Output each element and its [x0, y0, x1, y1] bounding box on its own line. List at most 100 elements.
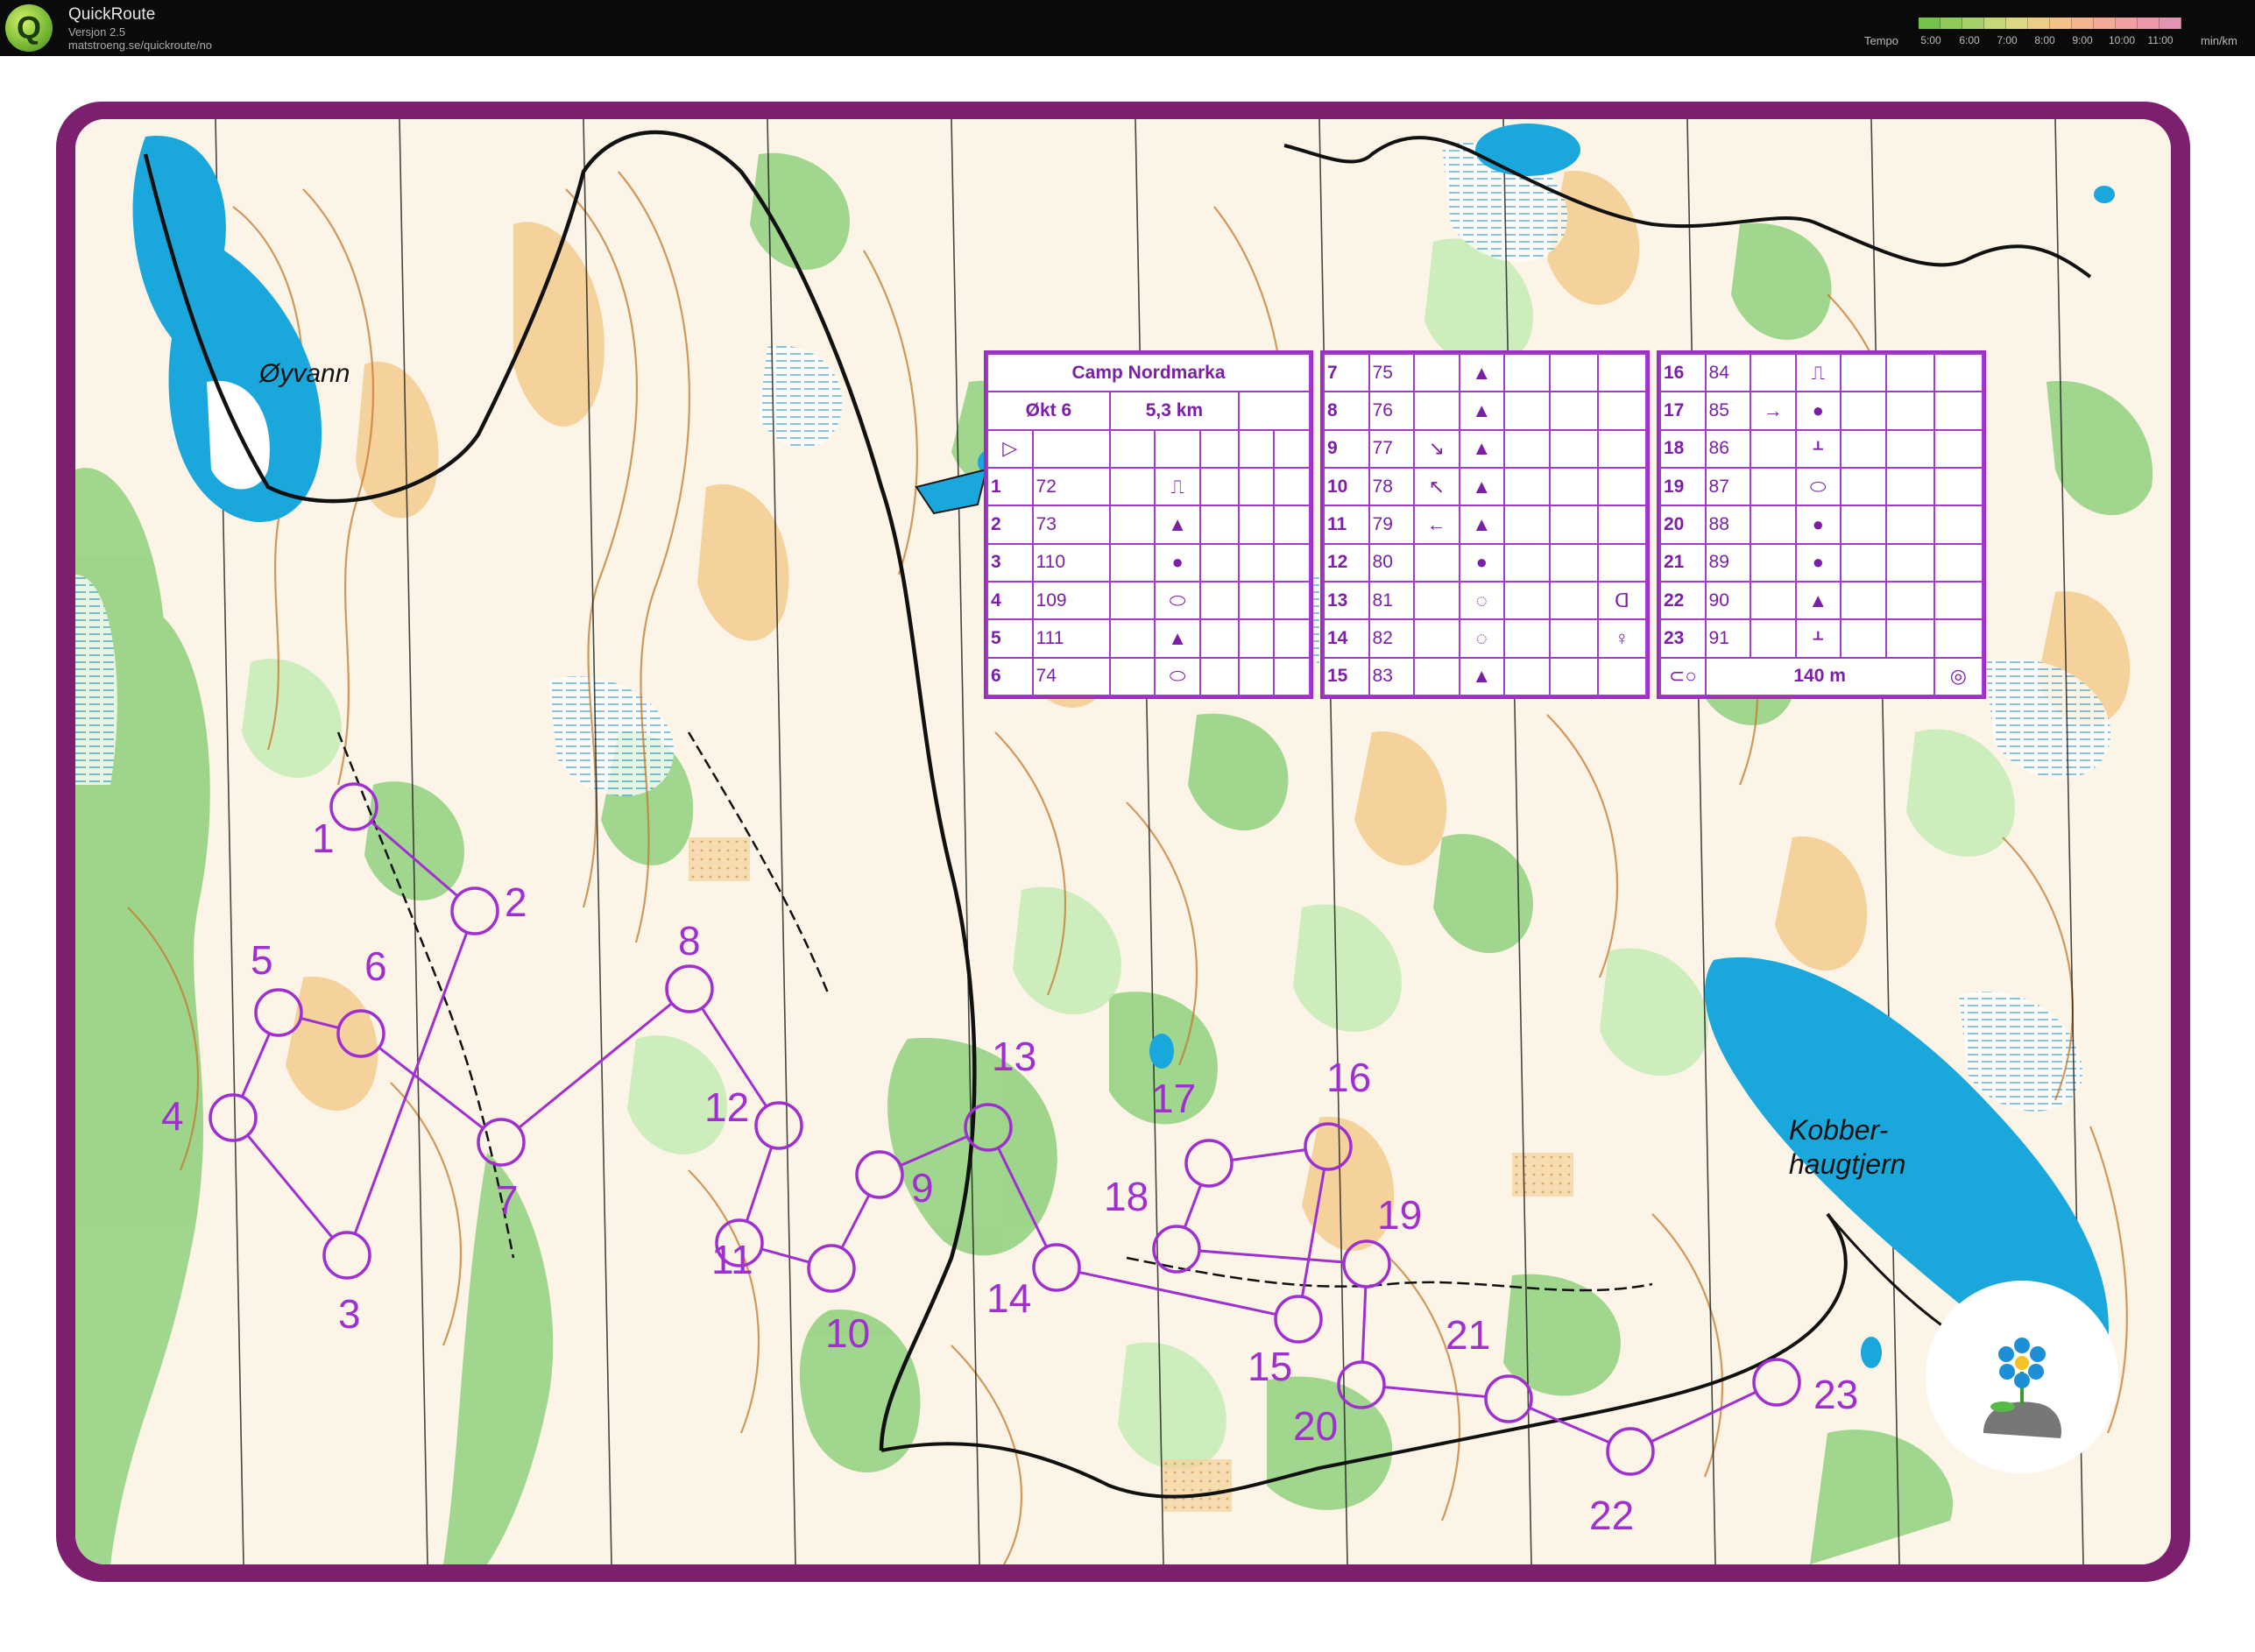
direction-cell	[1750, 428, 1797, 469]
club-logo	[1926, 1281, 2118, 1473]
control-number-label: 16	[1326, 1055, 1371, 1100]
control-no: 8	[1323, 391, 1370, 431]
control-number-label: 14	[986, 1275, 1031, 1321]
feature-symbol: ●	[1794, 391, 1842, 431]
app-title: QuickRoute	[68, 5, 156, 24]
control-number-label: 11	[711, 1237, 753, 1282]
control-no: 19	[1659, 466, 1707, 507]
feature-symbol: ▲	[1154, 618, 1201, 659]
finish-distance: 140 m	[1704, 656, 1935, 697]
tempo-color-swatch	[2050, 18, 2072, 29]
feature-symbol: ⬭	[1154, 656, 1201, 697]
feature-symbol: ●	[1458, 542, 1506, 582]
control-no: 17	[1659, 391, 1707, 431]
extra-detail-symbol: ♀	[1596, 618, 1648, 659]
control-code: 79	[1368, 505, 1416, 545]
tempo-color-swatch	[2072, 18, 2094, 29]
control-number-label: 8	[678, 918, 701, 964]
map-canvas[interactable]: 12345 6789101112131415161718 1920212223 Øy…	[75, 119, 2171, 1564]
control-code: 80	[1368, 542, 1416, 582]
control-code: 91	[1704, 618, 1752, 659]
control-no: 22	[1659, 580, 1707, 621]
control-number-label: 19	[1377, 1192, 1422, 1238]
tempo-tick: 7:00	[1997, 34, 2018, 46]
control-code: 109	[1031, 580, 1111, 621]
tempo-tick: 10:00	[2108, 34, 2136, 46]
direction-cell	[1750, 352, 1797, 393]
direction-arrow-icon: ←	[1413, 505, 1460, 545]
control-number-label: 2	[505, 879, 527, 925]
feature-symbol: ◌	[1458, 618, 1506, 659]
session-name: Økt 6	[986, 391, 1111, 431]
tempo-unit: min/km	[2201, 34, 2237, 47]
feature-symbol: ▲	[1458, 466, 1506, 507]
control-description-sheet-2: 7 75 ▲ 8 76 ▲ 9 77 ↘ ▲ 10 78 ↖ ▲ 11 79 ← ▲ 12 80 ● 13 81…	[1320, 350, 1650, 699]
control-no: 16	[1659, 352, 1707, 393]
finish-funnel-start-icon: ⊂○	[1659, 656, 1707, 697]
feature-symbol: ●	[1154, 542, 1201, 582]
control-number-label: 17	[1151, 1076, 1196, 1121]
control-code: 81	[1368, 580, 1416, 621]
control-number-label: 23	[1813, 1372, 1858, 1417]
control-code: 82	[1368, 618, 1416, 659]
tempo-color-swatch	[2028, 18, 2050, 29]
direction-cell	[1413, 580, 1460, 621]
direction-cell	[1750, 618, 1797, 659]
app-version: Versjon 2.5	[68, 25, 126, 39]
feature-symbol: ◌	[1458, 580, 1506, 621]
tempo-color-scale	[1919, 18, 2181, 29]
direction-cell	[1750, 542, 1797, 582]
direction-arrow-icon: ↘	[1413, 428, 1460, 469]
control-no: 2	[986, 505, 1034, 545]
direction-cell	[1750, 505, 1797, 545]
control-no: 23	[1659, 618, 1707, 659]
feature-symbol: ▲	[1458, 391, 1506, 431]
tempo-color-swatch	[2116, 18, 2138, 29]
feature-symbol: ▲	[1458, 352, 1506, 393]
tempo-color-swatch	[2006, 18, 2028, 29]
control-no: 15	[1323, 656, 1370, 697]
control-no: 12	[1323, 542, 1370, 582]
tempo-color-swatch	[1984, 18, 2006, 29]
control-code: 88	[1704, 505, 1752, 545]
orienteering-map[interactable]: 1 2 3 4 5 6 7 8 9 10 11 12 13 14 15 16 17 18 19 20 21 22 23 Øy…	[75, 119, 2171, 1564]
control-code: 90	[1704, 580, 1752, 621]
control-code: 77	[1368, 428, 1416, 469]
control-code: 83	[1368, 656, 1416, 697]
control-no: 11	[1323, 505, 1370, 545]
tempo-color-swatch	[1962, 18, 1984, 29]
control-number-label: 10	[825, 1310, 870, 1356]
tempo-tick: 9:00	[2072, 34, 2093, 46]
control-no: 3	[986, 542, 1034, 582]
control-code: 84	[1704, 352, 1752, 393]
control-code: 85	[1704, 391, 1752, 431]
app-url[interactable]: matstroeng.se/quickroute/no	[68, 39, 212, 52]
tempo-label: Tempo	[1864, 34, 1899, 47]
control-code: 78	[1368, 466, 1416, 507]
extra-detail-symbol: ᗡ	[1596, 580, 1648, 621]
control-no: 7	[1323, 352, 1370, 393]
direction-cell	[1413, 618, 1460, 659]
control-no: 18	[1659, 428, 1707, 469]
control-code: 74	[1031, 656, 1111, 697]
control-description-sheet-1: Camp Nordmarka Økt 6 5,3 km ▷ 1 72 ⎍ 2 73 ▲ 3…	[984, 350, 1313, 699]
finish-funnel-end-icon: ◎	[1933, 656, 1984, 697]
control-number-label: 20	[1293, 1403, 1338, 1449]
control-no: 6	[986, 656, 1034, 697]
feature-symbol: ⬭	[1794, 466, 1842, 507]
tempo-color-swatch	[1919, 18, 1940, 29]
control-code: 72	[1031, 466, 1111, 507]
tempo-tick: 5:00	[1920, 34, 1941, 46]
control-no: 10	[1323, 466, 1370, 507]
feature-symbol: ⎍	[1154, 466, 1201, 507]
direction-cell	[1750, 580, 1797, 621]
control-code: 86	[1704, 428, 1752, 469]
control-number-label: 21	[1446, 1312, 1490, 1358]
control-code: 111	[1031, 618, 1111, 659]
direction-cell	[1413, 391, 1460, 431]
control-no: 9	[1323, 428, 1370, 469]
feature-symbol: ᚆ	[1794, 428, 1842, 469]
direction-arrow-icon: →	[1750, 391, 1797, 431]
tempo-tick: 8:00	[2034, 34, 2055, 46]
control-code: 87	[1704, 466, 1752, 507]
